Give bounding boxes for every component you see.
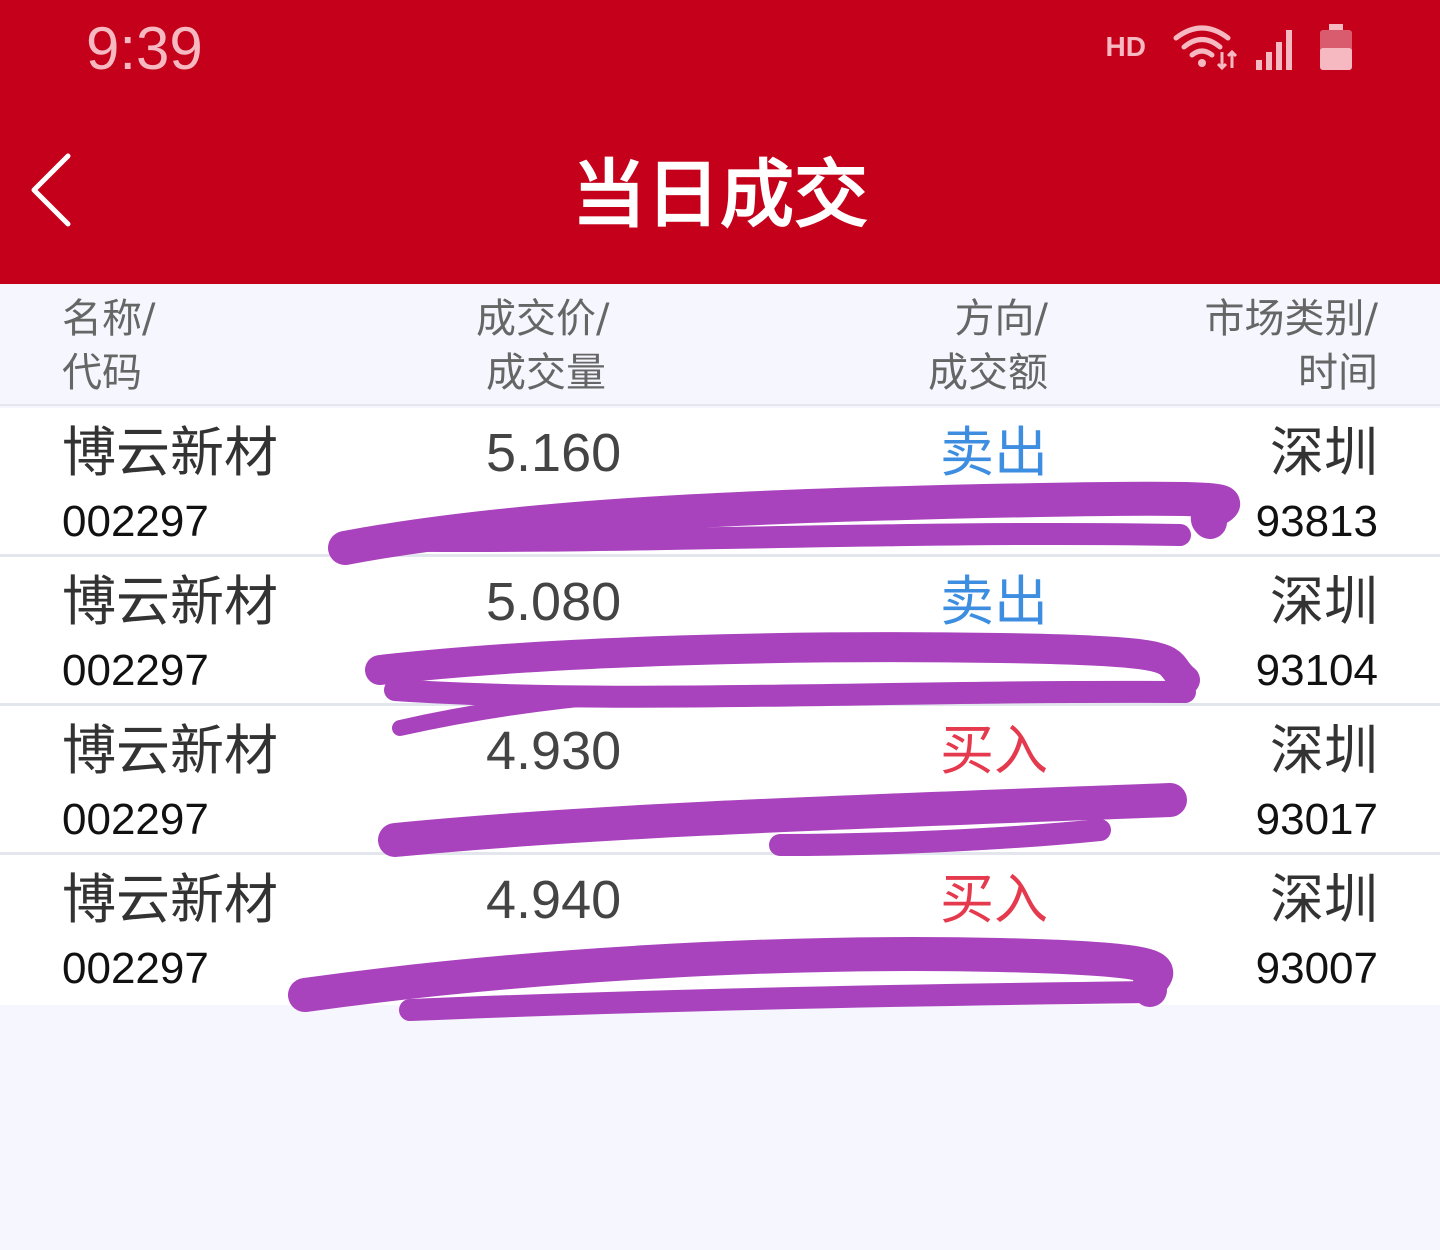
header-time-label: 时间 xyxy=(1298,350,1378,396)
stock-name: 博云新材 xyxy=(62,719,278,782)
table-header: 名称/ 代码 成交价/ 成交量 方向/ 成交额 市场类别/ 时间 xyxy=(0,284,1440,406)
market-type: 深圳 xyxy=(1270,868,1378,931)
header-name-label: 名称/ xyxy=(62,296,156,342)
hd-label: HD xyxy=(1105,31,1146,62)
header-price-volume: 成交价/ 成交量 xyxy=(476,292,609,400)
signal-icon xyxy=(1256,30,1292,70)
battery-icon xyxy=(1320,24,1352,70)
market-type: 深圳 xyxy=(1270,421,1378,484)
header-market-time: 市场类别/ 时间 xyxy=(1205,292,1378,400)
header-market-label: 市场类别/ xyxy=(1204,296,1378,342)
header-direction-label: 方向/ xyxy=(954,296,1048,342)
trade-row[interactable]: 博云新材 002297 4.940 买入 深圳 93007 xyxy=(0,855,1440,1005)
trade-time: 93104 xyxy=(1255,646,1378,695)
header-volume-label: 成交量 xyxy=(486,350,606,396)
status-time: 9:39 xyxy=(86,15,203,82)
stock-code: 002297 xyxy=(62,944,209,993)
trade-time: 93813 xyxy=(1255,497,1378,546)
stock-code: 002297 xyxy=(62,646,209,695)
trade-price: 5.080 xyxy=(486,572,622,632)
trade-direction: 卖出 xyxy=(940,570,1048,633)
trade-row[interactable]: 博云新材 002297 4.930 买入 深圳 93017 xyxy=(0,706,1440,855)
stock-code: 002297 xyxy=(62,795,209,844)
market-type: 深圳 xyxy=(1270,719,1378,782)
stock-name: 博云新材 xyxy=(62,868,278,931)
wifi-icon xyxy=(1173,25,1238,71)
trade-time: 93017 xyxy=(1255,795,1378,844)
stock-name: 博云新材 xyxy=(62,570,278,633)
header-name-code: 名称/ 代码 xyxy=(62,292,155,400)
trade-list: 博云新材 002297 5.160 卖出 深圳 93813 博云新材 00229… xyxy=(0,408,1440,1005)
header-code-label: 代码 xyxy=(62,350,142,396)
app-header: 9:39 HD 当日成交 xyxy=(0,0,1440,284)
trade-row[interactable]: 博云新材 002297 5.160 卖出 深圳 93813 xyxy=(0,408,1440,557)
trade-direction: 买入 xyxy=(940,868,1048,931)
page-title: 当日成交 xyxy=(572,152,868,238)
trade-price: 4.930 xyxy=(486,721,622,781)
trade-direction: 买入 xyxy=(940,719,1048,782)
stock-code: 002297 xyxy=(62,497,209,546)
header-direction-amount: 方向/ 成交额 xyxy=(928,292,1048,400)
trade-price: 4.940 xyxy=(486,870,622,930)
market-type: 深圳 xyxy=(1270,570,1378,633)
trade-time: 93007 xyxy=(1255,944,1378,993)
trade-price: 5.160 xyxy=(486,423,622,483)
header-amount-label: 成交额 xyxy=(928,350,1048,396)
stock-name: 博云新材 xyxy=(62,421,278,484)
trade-row[interactable]: 博云新材 002297 5.080 卖出 深圳 93104 xyxy=(0,557,1440,706)
status-icons: HD xyxy=(1106,22,1356,72)
trade-direction: 卖出 xyxy=(940,421,1048,484)
header-price-label: 成交价/ xyxy=(476,296,610,342)
